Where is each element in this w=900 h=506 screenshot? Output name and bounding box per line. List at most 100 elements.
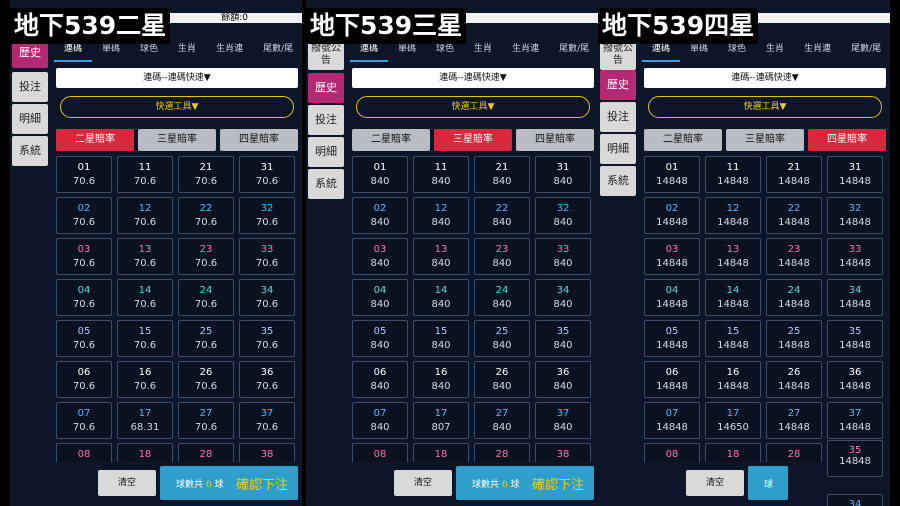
number-cell[interactable]: 04 70.6 bbox=[56, 279, 112, 316]
side-history[interactable]: 歷史 bbox=[600, 70, 636, 100]
tab-shengxiaolian[interactable]: 生肖連 bbox=[206, 38, 253, 62]
number-cell[interactable]: 06 840 bbox=[352, 361, 408, 398]
confirm-bet-button[interactable]: 球 bbox=[748, 466, 788, 500]
number-cell[interactable]: 12 70.6 bbox=[117, 197, 173, 234]
number-cell[interactable]: 04 840 bbox=[352, 279, 408, 316]
number-cell[interactable]: 25 70.6 bbox=[178, 320, 234, 357]
number-cell[interactable]: 27 70.6 bbox=[178, 402, 234, 439]
number-cell[interactable]: 35 840 bbox=[535, 320, 591, 357]
number-cell[interactable]: 16 840 bbox=[413, 361, 469, 398]
number-cell[interactable]: 01 70.6 bbox=[56, 156, 112, 193]
odds-3star-button[interactable]: 三星賠率 bbox=[138, 129, 216, 151]
number-cell[interactable]: 23 840 bbox=[474, 238, 530, 275]
number-cell[interactable]: 22 70.6 bbox=[178, 197, 234, 234]
number-cell[interactable]: 35 70.6 bbox=[239, 320, 295, 357]
number-cell[interactable]: 16 14848 bbox=[705, 361, 761, 398]
number-cell[interactable]: 24 840 bbox=[474, 279, 530, 316]
odds-3star-button[interactable]: 三星賠率 bbox=[434, 129, 512, 151]
mode-dropdown[interactable]: 連碼--連碼快速▼ bbox=[352, 68, 594, 88]
number-cell[interactable]: 11 14848 bbox=[705, 156, 761, 193]
number-cell[interactable]: 14 840 bbox=[413, 279, 469, 316]
number-cell[interactable]: 13 840 bbox=[413, 238, 469, 275]
number-cell[interactable]: 15 14848 bbox=[705, 320, 761, 357]
confirm-bet-button[interactable]: 球數共 0 球 確認下注 bbox=[160, 466, 298, 500]
side-detail[interactable]: 明細 bbox=[308, 137, 344, 167]
number-cell[interactable]: 17 807 bbox=[413, 402, 469, 439]
number-cell[interactable]: 22 14848 bbox=[766, 197, 822, 234]
number-cell[interactable]: 05 840 bbox=[352, 320, 408, 357]
number-cell[interactable]: 34 70.6 bbox=[239, 279, 295, 316]
number-cell[interactable]: 11 840 bbox=[413, 156, 469, 193]
side-bet[interactable]: 投注 bbox=[12, 72, 48, 102]
side-bet[interactable]: 投注 bbox=[308, 105, 344, 135]
number-cell[interactable]: 07 840 bbox=[352, 402, 408, 439]
number-cell[interactable]: 21 70.6 bbox=[178, 156, 234, 193]
number-cell[interactable]: 02 14848 bbox=[644, 197, 700, 234]
number-cell[interactable]: 32 14848 bbox=[827, 197, 883, 234]
number-cell[interactable]: 16 70.6 bbox=[117, 361, 173, 398]
number-cell[interactable]: 26 14848 bbox=[766, 361, 822, 398]
tab-shengxiao[interactable]: 生肖 bbox=[464, 38, 502, 62]
number-cell[interactable]: 13 14848 bbox=[705, 238, 761, 275]
tab-shengxiao[interactable]: 生肖 bbox=[168, 38, 206, 62]
number-cell[interactable]: 26 70.6 bbox=[178, 361, 234, 398]
number-cell[interactable]: 03 840 bbox=[352, 238, 408, 275]
quick-tools-button[interactable]: 快選工具▼ bbox=[356, 96, 590, 118]
number-cell[interactable]: 32 70.6 bbox=[239, 197, 295, 234]
number-cell[interactable]: 33 14848 bbox=[827, 238, 883, 275]
quick-tools-button[interactable]: 快選工具▼ bbox=[60, 96, 294, 118]
number-cell[interactable]: 01 840 bbox=[352, 156, 408, 193]
tab-shengxiaolian[interactable]: 生肖連 bbox=[794, 38, 841, 62]
tab-shengxiaolian[interactable]: 生肖連 bbox=[502, 38, 549, 62]
number-cell[interactable]: 22 840 bbox=[474, 197, 530, 234]
number-cell[interactable]: 15 70.6 bbox=[117, 320, 173, 357]
number-cell[interactable]: 04 14848 bbox=[644, 279, 700, 316]
number-cell[interactable]: 07 14848 bbox=[644, 402, 700, 439]
number-cell[interactable]: 17 68.31 bbox=[117, 402, 173, 439]
side-system[interactable]: 系統 bbox=[308, 169, 344, 199]
number-cell[interactable]: 07 70.6 bbox=[56, 402, 112, 439]
odds-3star-button[interactable]: 三星賠率 bbox=[726, 129, 804, 151]
number-cell-floating[interactable]: 35 14848 bbox=[827, 440, 883, 477]
odds-4star-button[interactable]: 四星賠率 bbox=[516, 129, 594, 151]
number-cell[interactable]: 34 840 bbox=[535, 279, 591, 316]
quick-tools-button[interactable]: 快選工具▼ bbox=[648, 96, 882, 118]
tab-shengxiao[interactable]: 生肖 bbox=[756, 38, 794, 62]
number-cell[interactable]: 14 70.6 bbox=[117, 279, 173, 316]
number-cell[interactable]: 11 70.6 bbox=[117, 156, 173, 193]
number-cell[interactable]: 35 14848 bbox=[827, 320, 883, 357]
number-cell[interactable]: 02 70.6 bbox=[56, 197, 112, 234]
clear-button[interactable]: 清空 bbox=[98, 470, 156, 496]
number-cell[interactable]: 13 70.6 bbox=[117, 238, 173, 275]
odds-2star-button[interactable]: 二星賠率 bbox=[56, 129, 134, 151]
number-cell[interactable]: 03 14848 bbox=[644, 238, 700, 275]
number-cell[interactable]: 32 840 bbox=[535, 197, 591, 234]
odds-2star-button[interactable]: 二星賠率 bbox=[644, 129, 722, 151]
confirm-bet-button[interactable]: 球數共 0 球 確認下注 bbox=[456, 466, 594, 500]
number-cell[interactable]: 33 70.6 bbox=[239, 238, 295, 275]
number-cell[interactable]: 24 14848 bbox=[766, 279, 822, 316]
number-cell[interactable]: 01 14848 bbox=[644, 156, 700, 193]
odds-2star-button[interactable]: 二星賠率 bbox=[352, 129, 430, 151]
side-system[interactable]: 系統 bbox=[12, 136, 48, 166]
clear-button[interactable]: 清空 bbox=[394, 470, 452, 496]
side-system[interactable]: 系統 bbox=[600, 166, 636, 196]
number-cell[interactable]: 17 14650 bbox=[705, 402, 761, 439]
number-cell[interactable]: 21 840 bbox=[474, 156, 530, 193]
clear-button[interactable]: 清空 bbox=[686, 470, 744, 496]
number-cell[interactable]: 36 14848 bbox=[827, 361, 883, 398]
odds-4star-button[interactable]: 四星賠率 bbox=[808, 129, 886, 151]
mode-dropdown[interactable]: 連碼--連碼快速▼ bbox=[56, 68, 298, 88]
number-cell[interactable]: 26 840 bbox=[474, 361, 530, 398]
number-cell[interactable]: 34 14848 bbox=[827, 279, 883, 316]
number-cell-floating[interactable]: 34 bbox=[827, 494, 883, 506]
mode-dropdown[interactable]: 連碼--連碼快速▼ bbox=[644, 68, 886, 88]
number-cell[interactable]: 25 14848 bbox=[766, 320, 822, 357]
tab-weishu[interactable]: 尾數/尾 bbox=[253, 38, 302, 62]
number-cell[interactable]: 21 14848 bbox=[766, 156, 822, 193]
number-cell[interactable]: 37 840 bbox=[535, 402, 591, 439]
number-cell[interactable]: 23 70.6 bbox=[178, 238, 234, 275]
number-cell[interactable]: 25 840 bbox=[474, 320, 530, 357]
number-cell[interactable]: 31 70.6 bbox=[239, 156, 295, 193]
number-cell[interactable]: 06 14848 bbox=[644, 361, 700, 398]
